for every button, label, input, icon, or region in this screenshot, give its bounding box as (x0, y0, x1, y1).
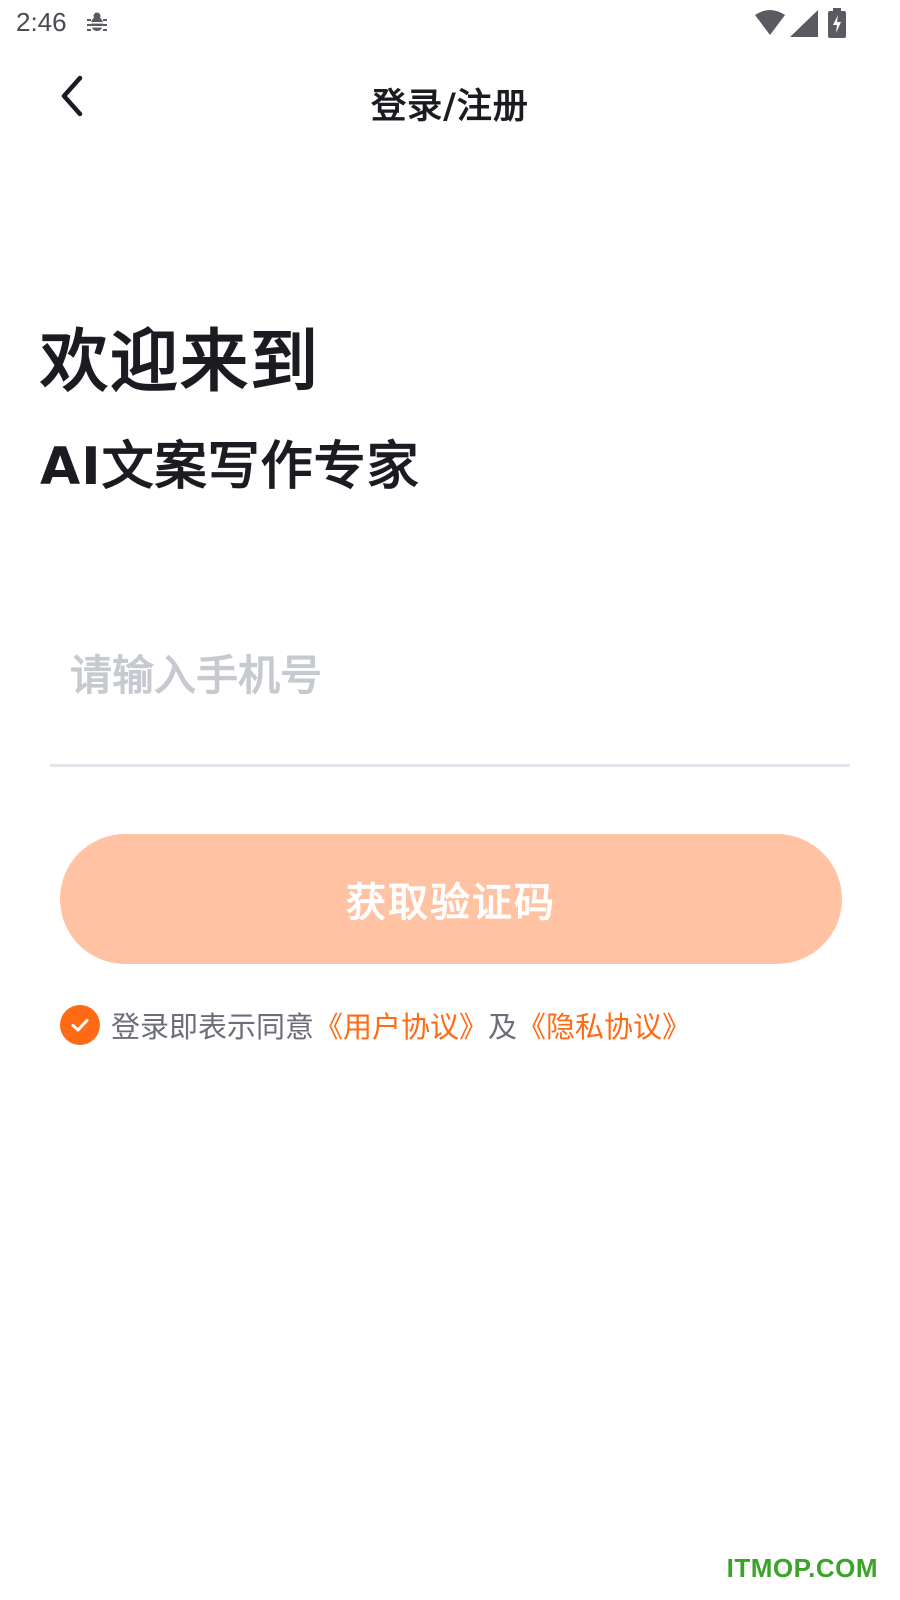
wifi-icon (755, 10, 785, 35)
privacy-agreement-link[interactable]: 《隐私协议》 (517, 1004, 691, 1046)
welcome-heading: 欢迎来到 (40, 323, 321, 402)
watermark-text: ITMOP.COM (726, 1553, 878, 1583)
get-code-label: 获取验证码 (346, 880, 556, 926)
welcome-subheading: AI文案写作专家 (40, 437, 420, 497)
agreement-conjunction: 及 (488, 1010, 518, 1044)
phone-number-input[interactable] (50, 620, 850, 730)
page-title: 登录/注册 (371, 87, 529, 127)
user-agreement-link[interactable]: 《用户协议》 (314, 1004, 488, 1046)
status-time: 2:46 (16, 7, 67, 37)
input-underline (50, 764, 850, 767)
agreement-row: 登录即表示同意 《用户协议》 及 《隐私协议》 (60, 1005, 691, 1045)
battery-charging-icon (828, 8, 846, 38)
checkmark-icon (71, 1019, 89, 1032)
bug-icon (87, 12, 107, 31)
status-bar: 2:46 (0, 0, 900, 48)
cellular-signal-icon (790, 10, 818, 37)
get-verification-code-button[interactable]: 获取验证码 (60, 834, 842, 964)
agreement-prefix-text: 登录即表示同意 (111, 1010, 315, 1044)
agreement-checkbox[interactable] (60, 1005, 100, 1045)
